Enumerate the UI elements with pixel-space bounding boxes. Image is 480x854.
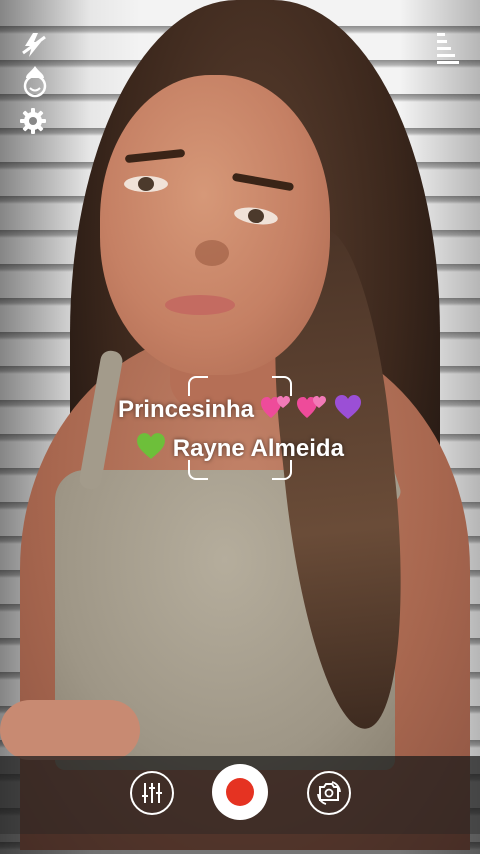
two-hearts-icon-2 bbox=[297, 394, 327, 427]
face-beauty-icon[interactable] bbox=[20, 64, 50, 98]
name-line-1: Princesinha bbox=[0, 394, 480, 427]
green-heart-icon bbox=[136, 432, 166, 467]
subject-mouth bbox=[165, 295, 235, 315]
focus-corner-tl bbox=[188, 376, 208, 396]
name-line-2-text: Rayne Almeida bbox=[172, 434, 344, 462]
filters-adjust-icon[interactable] bbox=[130, 771, 174, 815]
subject-eye-left bbox=[124, 176, 168, 192]
subject-arm bbox=[0, 700, 140, 760]
two-hearts-icon bbox=[260, 394, 291, 427]
bottom-strip bbox=[0, 834, 480, 854]
subject-nose bbox=[195, 240, 229, 266]
subject-face bbox=[100, 75, 330, 375]
settings-gear-icon[interactable] bbox=[18, 106, 48, 136]
focus-corner-tr bbox=[272, 376, 292, 396]
flash-off-icon[interactable] bbox=[18, 30, 50, 60]
switch-camera-icon[interactable] bbox=[307, 771, 351, 815]
name-line-2: Rayne Almeida bbox=[0, 432, 480, 467]
purple-heart-icon bbox=[334, 394, 362, 427]
record-dot bbox=[226, 778, 254, 806]
name-line-1-text: Princesinha bbox=[117, 395, 255, 423]
record-button[interactable] bbox=[212, 764, 268, 820]
menu-icon[interactable] bbox=[430, 30, 464, 70]
